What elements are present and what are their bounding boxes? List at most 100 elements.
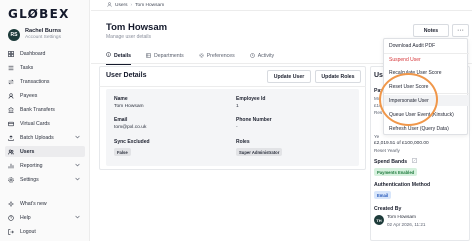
- transactions-icon: [8, 79, 14, 85]
- creator-avatar: TH: [374, 215, 384, 225]
- sidebar-item-label: Users: [20, 148, 35, 155]
- menu-item-suspend-user[interactable]: Suspend User: [384, 54, 469, 65]
- details-panel: Name Tom Howsam Email tom@pxl.co.uk Sync…: [106, 89, 359, 166]
- card-icon: [8, 121, 14, 127]
- account-subtitle: Account Settings: [25, 35, 61, 40]
- employee-id-value: 1: [236, 104, 239, 109]
- spend-bands-label: Spend Bands: [374, 158, 417, 165]
- dashboard-icon: [8, 50, 14, 57]
- sidebar-item-label: Logout: [20, 228, 36, 235]
- tasks-icon: [8, 65, 14, 71]
- breadcrumb: Users › Tom Howsam: [107, 2, 164, 9]
- email-value: tom@pxl.co.uk: [114, 125, 147, 130]
- users-icon: [8, 149, 14, 155]
- breadcrumb-users-link[interactable]: Users: [115, 3, 128, 8]
- reporting-icon: [8, 163, 14, 169]
- sidebar-item-whats-new[interactable]: What's new: [5, 198, 85, 209]
- phone-label: Phone Number: [236, 117, 272, 123]
- name-value: Tom Howsam: [114, 104, 144, 109]
- chevron-down-icon: [75, 215, 80, 221]
- sidebar-item-label: Payees: [20, 92, 38, 99]
- edit-icon[interactable]: [411, 158, 417, 165]
- account-name: Rachel Burns: [25, 28, 62, 34]
- created-by-label: Created By: [374, 206, 402, 212]
- yearly-limit-label: Ye: [374, 134, 380, 139]
- sidebar-item-label: Tasks: [20, 64, 34, 71]
- gear-icon: [199, 52, 204, 60]
- menu-item-download-audit-pdf[interactable]: Download Audit PDF: [384, 40, 469, 51]
- email-label: Email: [114, 117, 128, 123]
- payments-enabled-badge: Payments Enabled: [374, 168, 418, 176]
- sidebar-item-label: Batch Uploads: [20, 134, 54, 141]
- update-roles-button[interactable]: Update Roles: [315, 70, 361, 83]
- sidebar-item-label: What's new: [20, 200, 47, 207]
- chevron-down-icon: [75, 163, 80, 169]
- upload-icon: [8, 134, 14, 141]
- sidebar-item-label: Bank Transfers: [20, 106, 55, 113]
- role-badge: Super Administrator: [236, 148, 283, 156]
- sidebar-item-label: Virtual Cards: [20, 120, 50, 127]
- highlight-ring: [379, 73, 438, 126]
- sidebar-item-label: Settings: [20, 176, 39, 183]
- spend-bands-text: Spend Bands: [374, 158, 408, 165]
- sidebar-item-label: Reporting: [20, 162, 43, 169]
- sidebar-item-label: Help: [20, 214, 31, 221]
- settings-icon: [8, 176, 14, 183]
- help-icon: [8, 214, 14, 221]
- sidebar-item-logout[interactable]: Logout: [5, 226, 85, 237]
- payees-icon: [8, 92, 14, 99]
- departments-icon: [146, 52, 151, 60]
- sidebar-item-label: Dashboard: [20, 50, 46, 57]
- sidebar: GLØBEX RS Rachel Burns Account Settings …: [0, 0, 90, 241]
- sidebar-item-virtual-cards[interactable]: Virtual Cards: [5, 118, 85, 129]
- employee-id-label: Employee Id: [236, 96, 266, 102]
- roles-label: Roles: [236, 139, 250, 145]
- created-date: 02 Apr 2026, 11:21: [387, 222, 426, 227]
- sidebar-item-reporting[interactable]: Reporting: [5, 160, 85, 171]
- bank-transfers-icon: [8, 106, 14, 113]
- more-actions-button[interactable]: ···: [452, 24, 469, 37]
- account-switcher[interactable]: RS Rachel Burns Account Settings: [8, 28, 61, 41]
- sync-excluded-label: Sync Excluded: [114, 139, 150, 145]
- auth-method-label: Authentication Method: [374, 182, 431, 188]
- sync-excluded-badge: False: [114, 148, 131, 156]
- auth-method-badge: Email: [374, 191, 392, 199]
- top-bar: Users › Tom Howsam: [91, 0, 472, 11]
- sidebar-item-help[interactable]: Help: [5, 212, 85, 223]
- notes-button[interactable]: Notes: [413, 24, 449, 37]
- user-details-heading: User Details: [106, 72, 147, 79]
- update-user-button[interactable]: Update User: [267, 70, 311, 83]
- sidebar-item-users[interactable]: Users: [5, 146, 85, 157]
- yearly-limit-value: £2,019.51 of £100,000.00: [374, 141, 429, 146]
- name-label: Name: [114, 96, 128, 102]
- sidebar-item-bank-transfers[interactable]: Bank Transfers: [5, 104, 85, 115]
- chevron-down-icon: [75, 177, 80, 183]
- avatar: RS: [8, 28, 20, 41]
- menu-item-refresh-user[interactable]: Refresh User (Query Data): [384, 123, 469, 134]
- breadcrumb-current: Tom Howsam: [135, 3, 165, 8]
- users-icon: [107, 2, 112, 9]
- sidebar-item-tasks[interactable]: Tasks: [5, 62, 85, 73]
- yearly-reset-text: Reset Yearly: [374, 148, 400, 153]
- phone-value: -: [236, 125, 238, 130]
- sidebar-item-batch-uploads[interactable]: Batch Uploads: [5, 132, 85, 143]
- chevron-down-icon: [75, 135, 80, 141]
- sparkle-icon: [8, 200, 14, 207]
- sidebar-item-payees[interactable]: Payees: [5, 90, 85, 101]
- clock-icon: [249, 52, 255, 60]
- card-divider: [99, 86, 366, 87]
- creator-name: Tom Howsam: [387, 215, 417, 220]
- brand-logo[interactable]: GLØBEX: [8, 7, 70, 21]
- sidebar-item-transactions[interactable]: Transactions: [5, 76, 85, 87]
- logout-icon: [8, 228, 14, 235]
- sidebar-item-dashboard[interactable]: Dashboard: [5, 48, 85, 59]
- sidebar-item-settings[interactable]: Settings: [5, 174, 85, 185]
- page-subtitle: Manage user details: [106, 34, 152, 40]
- tab-label: Preferences: [206, 53, 235, 59]
- tab-label: Activity: [257, 53, 275, 59]
- info-icon: [106, 52, 111, 59]
- breadcrumb-separator: ›: [130, 3, 133, 8]
- tab-label: Departments: [154, 53, 184, 59]
- tab-label: Details: [114, 52, 132, 59]
- page-title: Tom Howsam: [106, 22, 168, 33]
